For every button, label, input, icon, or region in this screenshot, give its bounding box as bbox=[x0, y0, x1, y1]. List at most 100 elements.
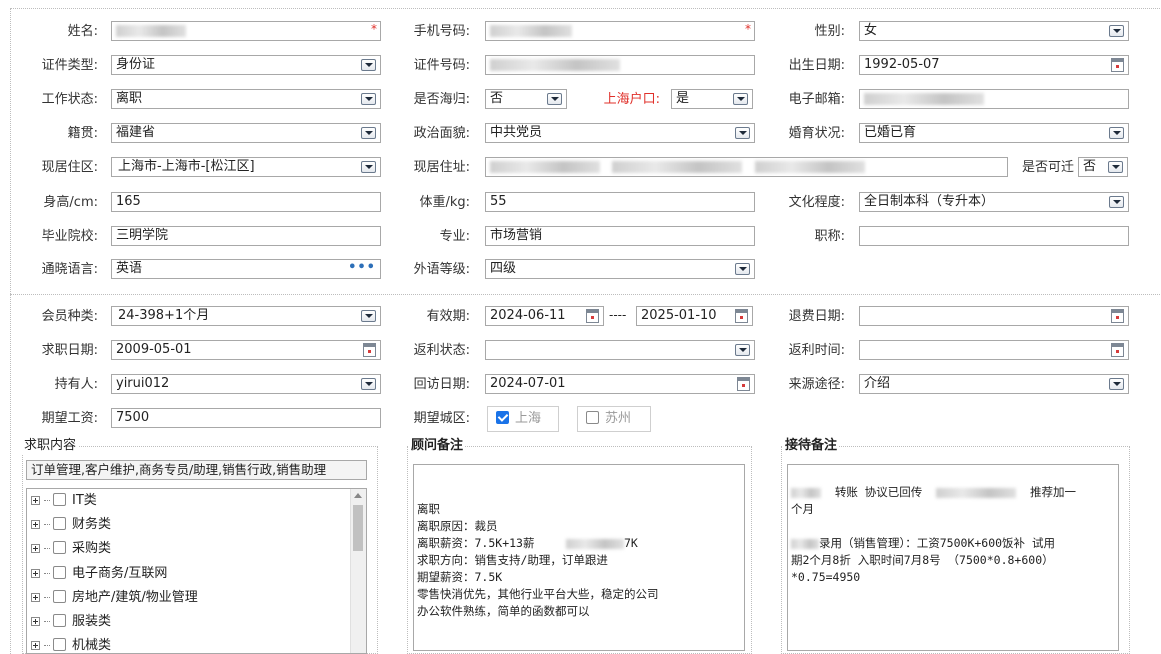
tree-item-realestate[interactable]: 房地产/建筑/物业管理 bbox=[31, 586, 198, 610]
birth-date-label: 出生日期: bbox=[788, 58, 845, 73]
id-number-input[interactable] bbox=[485, 55, 755, 75]
tree-item-ecommerce[interactable]: 电子商务/互联网 bbox=[31, 562, 167, 586]
validity-end-input[interactable]: 2025-01-10 bbox=[636, 306, 753, 326]
expand-icon[interactable] bbox=[31, 641, 40, 650]
checkbox-icon[interactable] bbox=[53, 638, 66, 651]
id-number-label: 证件号码: bbox=[413, 58, 470, 73]
shanghai-hukou-label: 上海户口: bbox=[603, 92, 660, 107]
tree-item-finance[interactable]: 财务类 bbox=[31, 513, 111, 537]
returnee-select[interactable]: 否 bbox=[485, 89, 567, 109]
validity-label: 有效期: bbox=[426, 309, 470, 324]
major-label: 专业: bbox=[439, 229, 470, 244]
expand-icon[interactable] bbox=[31, 593, 40, 602]
job-content-summary[interactable]: 订单管理,客户维护,商务专员/助理,销售行政,销售助理 bbox=[26, 460, 367, 480]
reception-notes-textarea[interactable]: 转账 协议已回传 推荐加一 个月 录用（销售管理）：工资7500K+600饭补 试… bbox=[787, 464, 1119, 651]
chevron-down-icon bbox=[735, 344, 750, 356]
city-option-shanghai[interactable]: 上海 bbox=[487, 406, 559, 432]
name-required-mark: * bbox=[371, 22, 377, 36]
relocate-select[interactable]: 否 bbox=[1078, 157, 1128, 177]
calendar-icon[interactable] bbox=[737, 377, 750, 391]
phone-label: 手机号码: bbox=[413, 24, 470, 39]
returnee-label: 是否海归: bbox=[413, 92, 470, 107]
tree-item-apparel[interactable]: 服装类 bbox=[31, 610, 111, 634]
checkbox-icon[interactable] bbox=[53, 541, 66, 554]
advisor-notes-textarea[interactable]: 离职 离职原因：裁员 离职薪资：7.5K+13薪 求职方向：销售支持/助理，订单跟进期… bbox=[413, 464, 745, 651]
tree-scrollbar[interactable] bbox=[350, 489, 366, 653]
member-type-select[interactable]: 24-398+1个月 bbox=[111, 306, 381, 326]
rebate-status-select[interactable] bbox=[485, 340, 755, 360]
marital-select[interactable]: 已婚已育 bbox=[859, 123, 1129, 143]
calendar-icon[interactable] bbox=[1111, 343, 1124, 357]
id-type-select[interactable]: 身份证 bbox=[111, 55, 381, 75]
expand-icon[interactable] bbox=[31, 569, 40, 578]
tree-item-machinery[interactable]: 机械类 bbox=[31, 634, 111, 653]
checkbox-icon[interactable] bbox=[53, 590, 66, 603]
visit-date-label: 回访日期: bbox=[413, 377, 470, 392]
validity-start-input[interactable]: 2024-06-11 bbox=[485, 306, 604, 326]
weight-input[interactable]: 55 bbox=[485, 192, 755, 212]
calendar-icon[interactable] bbox=[586, 309, 599, 323]
shanghai-hukou-select[interactable]: 是 bbox=[671, 89, 753, 109]
foreign-level-select[interactable]: 四级 bbox=[485, 259, 755, 279]
residence-addr-input[interactable] bbox=[485, 157, 1008, 177]
school-input[interactable]: 三明学院 bbox=[111, 226, 381, 246]
job-date-input[interactable]: 2009-05-01 bbox=[111, 340, 381, 360]
expand-icon[interactable] bbox=[31, 617, 40, 626]
rebate-time-input[interactable] bbox=[859, 340, 1129, 360]
birth-date-input[interactable]: 1992-05-07 bbox=[859, 55, 1129, 75]
chevron-down-icon bbox=[1109, 196, 1124, 208]
email-input[interactable] bbox=[859, 89, 1129, 109]
calendar-icon[interactable] bbox=[1111, 58, 1124, 72]
education-select[interactable]: 全日制本科（专升本） bbox=[859, 192, 1129, 212]
calendar-icon[interactable] bbox=[363, 343, 376, 357]
residence-area-select[interactable]: 上海市-上海市-[松江区] bbox=[111, 157, 381, 177]
checkbox-icon[interactable] bbox=[586, 411, 599, 424]
scroll-up-icon[interactable] bbox=[354, 493, 362, 498]
expand-icon[interactable] bbox=[31, 496, 40, 505]
major-input[interactable]: 市场营销 bbox=[485, 226, 755, 246]
advisor-note-line: 离职原因：裁员 bbox=[417, 519, 498, 533]
holder-select[interactable]: yirui012 bbox=[111, 374, 381, 394]
more-options-icon[interactable]: ••• bbox=[348, 260, 376, 277]
native-place-label: 籍贯: bbox=[67, 126, 98, 141]
gender-label: 性别: bbox=[814, 24, 845, 39]
checkbox-icon[interactable] bbox=[53, 614, 66, 627]
chevron-down-icon bbox=[1109, 378, 1124, 390]
visit-date-input[interactable]: 2024-07-01 bbox=[485, 374, 755, 394]
political-select[interactable]: 中共党员 bbox=[485, 123, 755, 143]
calendar-icon[interactable] bbox=[735, 309, 748, 323]
chevron-down-icon bbox=[1109, 127, 1124, 139]
checkbox-icon[interactable] bbox=[53, 493, 66, 506]
phone-input[interactable] bbox=[485, 21, 755, 41]
language-input[interactable]: 英语 ••• bbox=[111, 259, 381, 279]
expand-icon[interactable] bbox=[31, 520, 40, 529]
advisor-note-line: 期望薪资：7.5K bbox=[417, 570, 503, 584]
calendar-icon[interactable] bbox=[1111, 309, 1124, 323]
relocate-label: 是否可迁 bbox=[1021, 160, 1074, 175]
refund-date-input[interactable] bbox=[859, 306, 1129, 326]
name-input[interactable] bbox=[111, 21, 381, 41]
job-content-legend: 求职内容 bbox=[22, 438, 79, 454]
height-input[interactable]: 165 bbox=[111, 192, 381, 212]
native-place-select[interactable]: 福建省 bbox=[111, 123, 381, 143]
scrollbar-thumb[interactable] bbox=[353, 505, 363, 551]
height-label: 身高/cm: bbox=[43, 195, 98, 210]
work-status-label: 工作状态: bbox=[41, 92, 98, 107]
chevron-down-icon bbox=[361, 161, 376, 173]
job-category-tree[interactable]: IT类 财务类 采购类 电子商务/互联网 房地产/建筑/物业管理 服装类 机械类 bbox=[26, 488, 367, 654]
holder-label: 持有人: bbox=[54, 377, 98, 392]
city-option-suzhou[interactable]: 苏州 bbox=[577, 406, 651, 432]
salary-input[interactable]: 7500 bbox=[111, 408, 381, 428]
gender-select[interactable]: 女 bbox=[859, 21, 1129, 41]
id-type-label: 证件类型: bbox=[41, 58, 98, 73]
tree-item-purchasing[interactable]: 采购类 bbox=[31, 537, 111, 561]
expand-icon[interactable] bbox=[31, 544, 40, 553]
tree-item-it[interactable]: IT类 bbox=[31, 489, 97, 513]
checkbox-checked-icon[interactable] bbox=[496, 411, 509, 424]
checkbox-icon[interactable] bbox=[53, 517, 66, 530]
title-input[interactable] bbox=[859, 226, 1129, 246]
source-select[interactable]: 介绍 bbox=[859, 374, 1129, 394]
chevron-down-icon bbox=[735, 263, 750, 275]
work-status-select[interactable]: 离职 bbox=[111, 89, 381, 109]
checkbox-icon[interactable] bbox=[53, 566, 66, 579]
